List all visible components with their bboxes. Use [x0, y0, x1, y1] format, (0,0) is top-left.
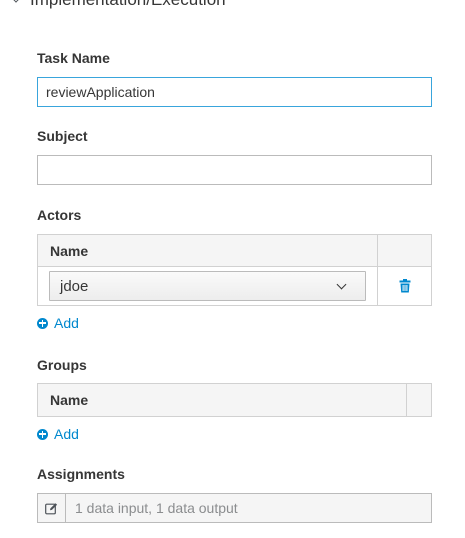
- assignments-edit-button[interactable]: [38, 494, 66, 522]
- actor-delete-cell: [378, 267, 431, 305]
- actors-table: Name jdoe: [37, 234, 432, 306]
- actors-table-header: Name: [38, 235, 431, 267]
- groups-table: Name: [37, 383, 432, 417]
- subject-label: Subject: [37, 128, 88, 144]
- actors-label: Actors: [37, 207, 82, 223]
- trash-icon[interactable]: [399, 279, 411, 293]
- groups-action-column-header: [407, 384, 431, 416]
- actors-name-column-header: Name: [38, 235, 378, 266]
- actors-action-column-header: [378, 235, 431, 266]
- add-actor-label: Add: [54, 315, 79, 331]
- add-group-label: Add: [54, 426, 79, 442]
- task-name-label: Task Name: [37, 50, 110, 66]
- add-actor-button[interactable]: Add: [37, 315, 79, 331]
- subject-input[interactable]: [37, 155, 432, 185]
- plus-circle-icon: [37, 428, 48, 440]
- groups-table-header: Name: [38, 384, 431, 416]
- section-title: Implementation/Execution: [30, 0, 226, 10]
- assignments-field[interactable]: 1 data input, 1 data output: [37, 493, 432, 523]
- groups-label: Groups: [37, 357, 87, 373]
- groups-name-column-header: Name: [38, 384, 407, 416]
- table-row: jdoe: [38, 267, 431, 305]
- section-header[interactable]: Implementation/Execution: [10, 0, 226, 12]
- properties-panel: Implementation/Execution Task Name Subje…: [0, 0, 465, 538]
- chevron-down-icon[interactable]: [10, 0, 22, 3]
- actor-cell: jdoe: [38, 267, 378, 305]
- actor-select[interactable]: jdoe: [49, 271, 366, 301]
- assignments-label: Assignments: [37, 466, 125, 482]
- chevron-down-icon: [336, 279, 347, 290]
- add-group-button[interactable]: Add: [37, 426, 79, 442]
- edit-icon: [45, 502, 58, 514]
- actor-select-value: jdoe: [60, 277, 89, 295]
- task-name-input[interactable]: [37, 77, 432, 107]
- assignments-value: 1 data input, 1 data output: [75, 500, 238, 516]
- plus-circle-icon: [37, 317, 48, 329]
